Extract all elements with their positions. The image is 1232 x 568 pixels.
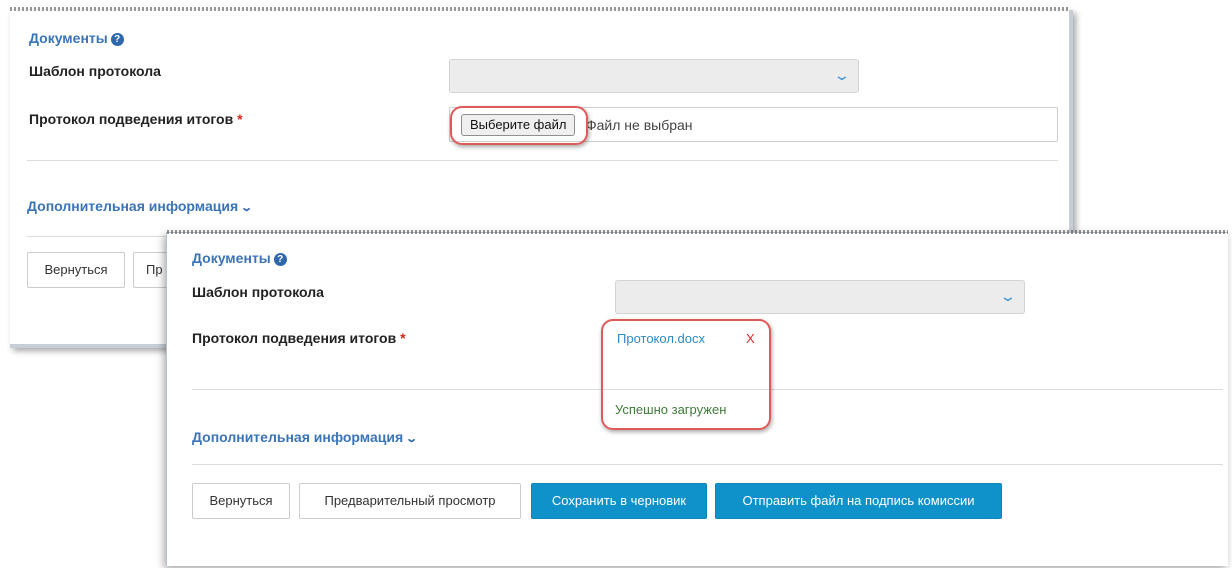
additional-info-text: Дополнительная информация — [192, 429, 404, 445]
chevron-down-icon: ⌄ — [240, 202, 254, 214]
documents-section-title: Документы? — [29, 30, 124, 46]
save-draft-button[interactable]: Сохранить в черновик — [531, 483, 707, 519]
template-label: Шаблон протокола — [192, 284, 324, 300]
highlight-choose-file — [450, 106, 588, 145]
select-chevron-icon: ⌄ — [999, 288, 1017, 304]
required-mark: * — [400, 330, 406, 346]
highlight-uploaded-file — [601, 319, 771, 430]
send-for-signature-button[interactable]: Отправить файл на подпись комиссии — [715, 483, 1002, 519]
additional-info-toggle[interactable]: Дополнительная информация ⌄ — [192, 429, 419, 445]
template-label: Шаблон протокола — [29, 63, 161, 79]
additional-info-toggle[interactable]: Дополнительная информация ⌄ — [27, 198, 254, 214]
chevron-down-icon: ⌄ — [405, 433, 419, 445]
required-mark: * — [237, 111, 243, 127]
panel-after-upload: Документы? Шаблон протокола ⌄ Протокол п… — [166, 230, 1228, 566]
protocol-label: Протокол подведения итогов * — [192, 330, 406, 346]
question-circle-icon[interactable]: ? — [110, 33, 124, 46]
file-status-text: Файл не выбран — [586, 117, 693, 133]
protocol-label-text: Протокол подведения итогов — [29, 111, 234, 127]
preview-button[interactable]: Предварительный просмотр — [299, 483, 521, 519]
protocol-label-text: Протокол подведения итогов — [192, 330, 397, 346]
divider — [192, 464, 1223, 465]
torn-edge — [10, 7, 1069, 11]
back-button[interactable]: Вернуться — [27, 252, 125, 288]
back-button[interactable]: Вернуться — [192, 483, 290, 519]
template-select[interactable]: ⌄ — [615, 280, 1025, 314]
documents-title-text: Документы — [192, 250, 271, 266]
divider — [27, 160, 1058, 161]
protocol-label: Протокол подведения итогов * — [29, 111, 243, 127]
select-chevron-icon: ⌄ — [833, 67, 851, 83]
documents-section-title: Документы? — [192, 250, 287, 266]
additional-info-text: Дополнительная информация — [27, 198, 239, 214]
template-select[interactable]: ⌄ — [449, 59, 859, 93]
torn-edge — [167, 230, 1228, 234]
documents-title-text: Документы — [29, 30, 108, 46]
question-circle-icon[interactable]: ? — [273, 253, 287, 266]
